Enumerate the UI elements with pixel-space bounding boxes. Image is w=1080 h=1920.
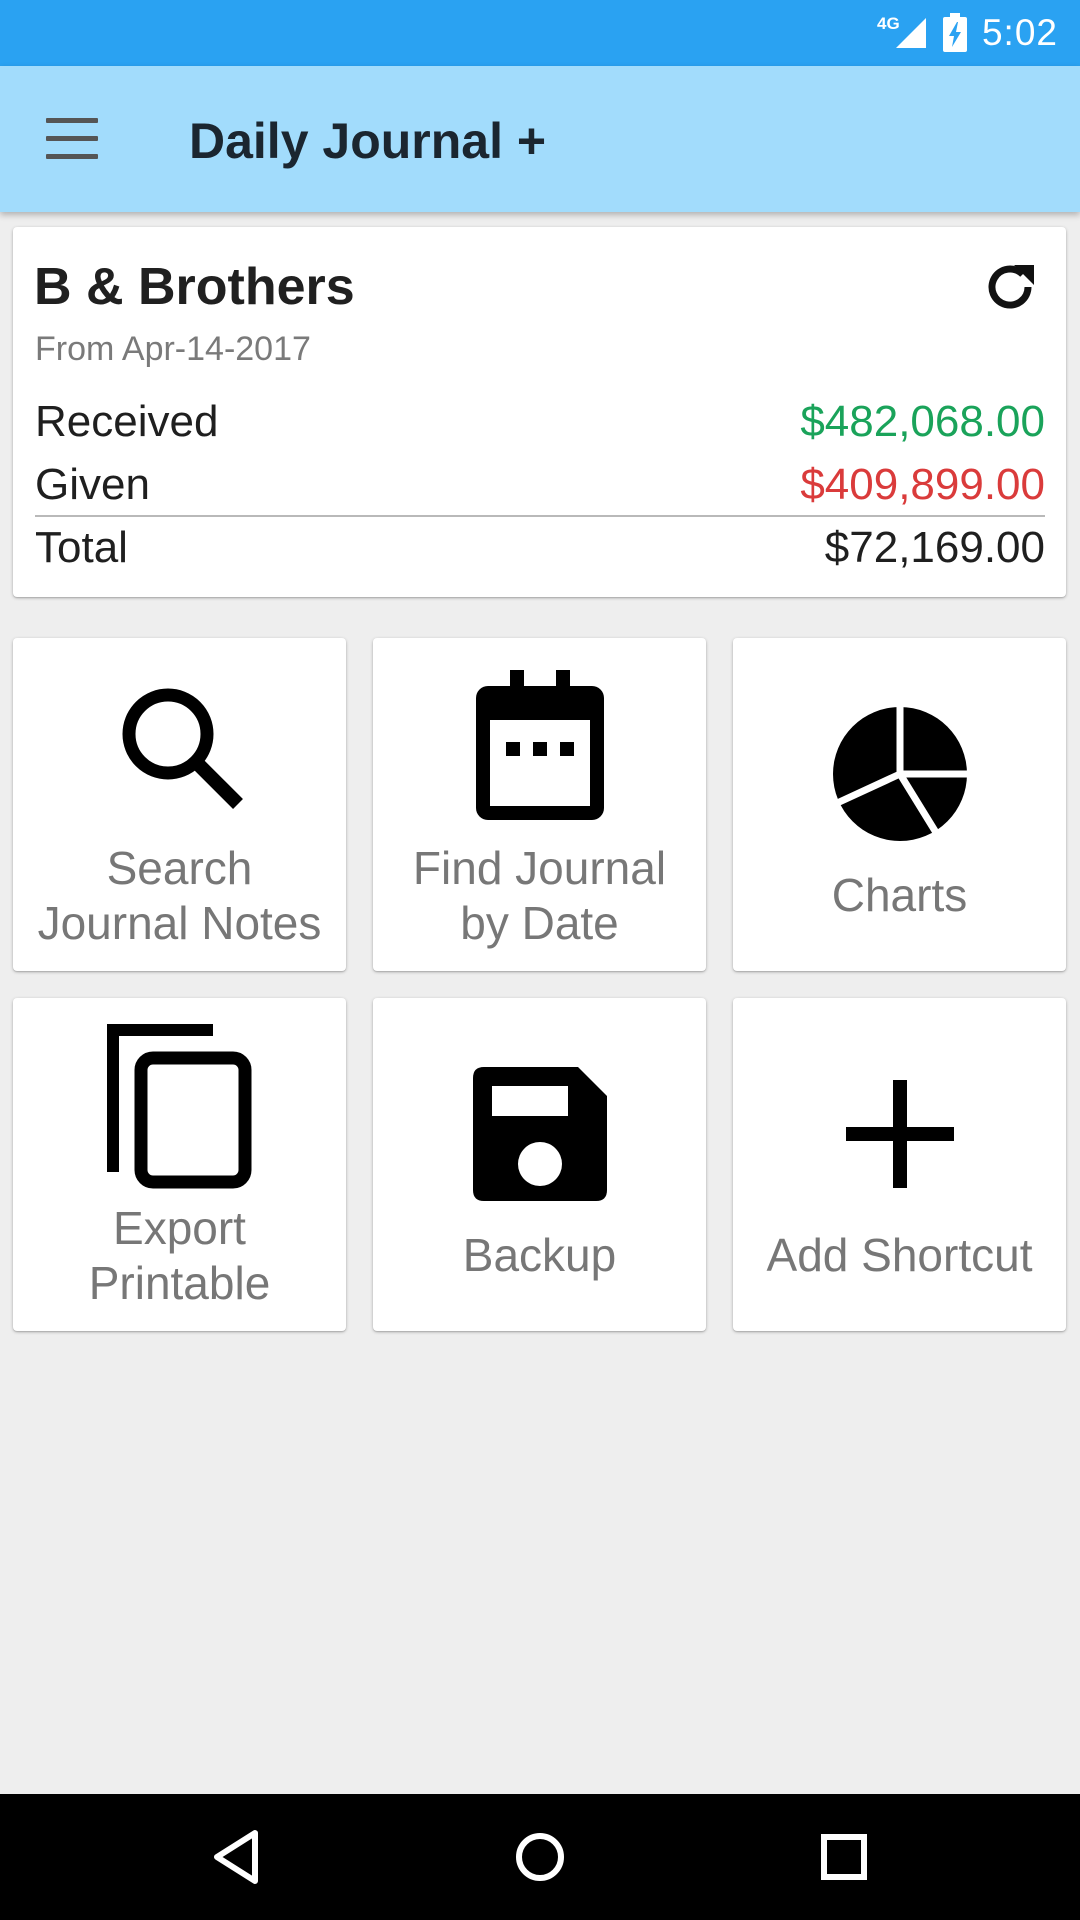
start-date: From Apr-14-2017	[35, 330, 311, 368]
search-tile-label: Search Journal Notes	[13, 841, 346, 951]
export-printable-button[interactable]: Export Printable	[13, 998, 346, 1331]
total-amount: $72,169.00	[824, 523, 1045, 572]
hamburger-menu-icon[interactable]	[46, 118, 98, 160]
app-title: Daily Journal +	[189, 113, 547, 169]
company-name: B & Brothers	[34, 258, 355, 316]
add-shortcut-tile-label: Add Shortcut	[766, 1229, 1033, 1281]
search-icon	[122, 688, 243, 809]
received-label: Received	[35, 397, 219, 446]
copy-icon	[106, 1024, 251, 1189]
pie-chart-icon	[832, 704, 970, 841]
export-tile-line2: Printable	[88, 1257, 271, 1309]
battery-charging-icon	[942, 13, 967, 52]
find-date-tile-label: Find Journal by Date	[373, 841, 706, 951]
divider	[35, 515, 1045, 517]
app-bar: Daily Journal +	[0, 66, 1080, 212]
find-date-tile-line2: by Date	[460, 897, 619, 949]
find-date-tile-line1: Find Journal	[412, 842, 667, 894]
recents-icon[interactable]	[814, 1827, 874, 1887]
status-bar: 4G 5:02	[0, 0, 1080, 66]
search-journal-notes-button[interactable]: Search Journal Notes	[13, 638, 346, 971]
backup-button[interactable]: Backup	[373, 998, 706, 1331]
home-icon[interactable]	[510, 1827, 570, 1887]
total-row: Total $72,169.00	[35, 523, 1045, 583]
given-label: Given	[35, 460, 150, 509]
plus-icon	[845, 1080, 954, 1188]
given-row: Given $409,899.00	[35, 460, 1045, 520]
save-icon	[472, 1067, 607, 1201]
export-tile-label: Export Printable	[13, 1201, 346, 1311]
find-journal-by-date-button[interactable]: Find Journal by Date	[373, 638, 706, 971]
export-tile-line1: Export	[113, 1202, 246, 1254]
given-amount: $409,899.00	[800, 460, 1045, 509]
navigation-bar	[0, 1794, 1080, 1920]
add-shortcut-button[interactable]: Add Shortcut	[733, 998, 1066, 1331]
charts-button[interactable]: Charts	[733, 638, 1066, 971]
calendar-icon	[475, 670, 604, 820]
total-label: Total	[35, 523, 128, 572]
refresh-icon[interactable]	[980, 257, 1040, 317]
search-tile-line2: Journal Notes	[37, 897, 322, 949]
summary-card: B & Brothers From Apr-14-2017 Received $…	[13, 227, 1066, 597]
charts-tile-label: Charts	[831, 869, 968, 921]
signal-icon	[895, 18, 926, 48]
received-amount: $482,068.00	[800, 397, 1045, 446]
back-icon[interactable]	[207, 1827, 267, 1887]
received-row: Received $482,068.00	[35, 397, 1045, 457]
backup-tile-label: Backup	[462, 1229, 617, 1281]
search-tile-line1: Search	[106, 842, 253, 894]
clock: 5:02	[981, 12, 1058, 53]
